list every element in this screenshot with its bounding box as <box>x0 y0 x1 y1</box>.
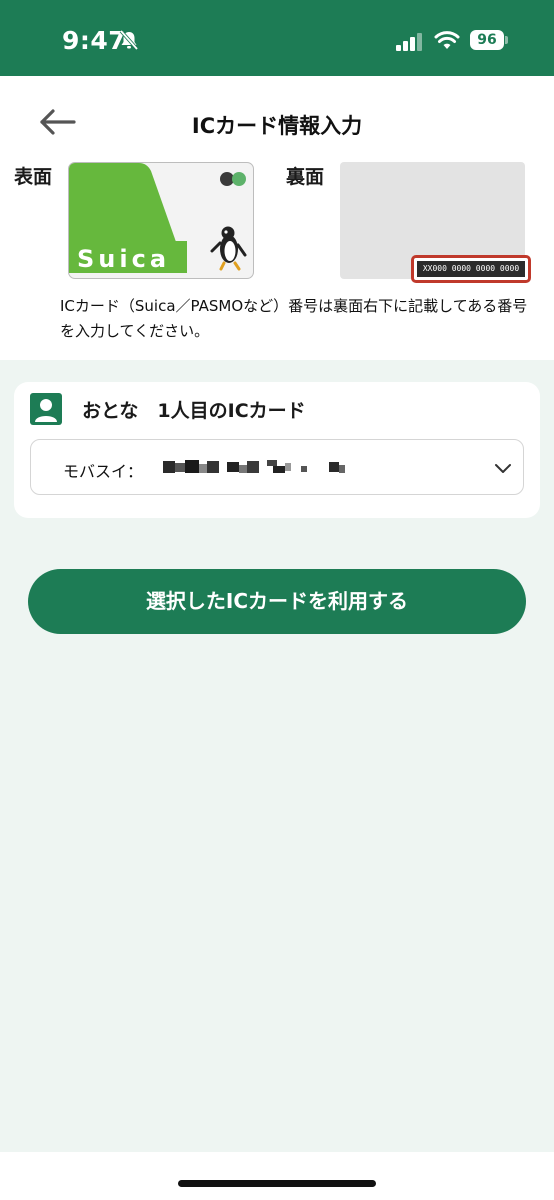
signal-icon <box>396 33 422 51</box>
ic-card-select[interactable]: モバスイ： <box>30 439 524 495</box>
front-label: 表面 <box>14 166 53 188</box>
use-selected-card-button[interactable]: 選択したICカードを利用する <box>28 569 526 634</box>
home-bar-area <box>0 1152 554 1200</box>
status-time: 9:47 <box>62 26 127 55</box>
back-label: 裏面 <box>286 166 325 188</box>
masked-card-name <box>163 460 345 473</box>
card-section-title: おとな 1人目のICカード <box>82 400 306 422</box>
card-number-highlight: XX000 0000 0000 0000 <box>411 255 531 283</box>
user-icon <box>30 393 62 425</box>
select-value-prefix: モバスイ： <box>63 462 144 481</box>
battery-icon <box>505 36 508 44</box>
card-number-hint: ICカード（Suica／PASMOなど）番号は裏面右下に記載してある番号を入力し… <box>60 297 528 340</box>
battery-level: 96 <box>470 30 504 50</box>
bell-off-icon <box>119 29 139 51</box>
status-bar: 9:47 96 <box>0 0 554 76</box>
card-front-image: Suica <box>68 162 254 279</box>
wifi-icon <box>434 31 460 49</box>
suica-card-illustration: Suica <box>69 163 247 273</box>
chevron-down-icon[interactable] <box>493 458 513 478</box>
card-number-sample: XX000 0000 0000 0000 <box>417 261 525 277</box>
page-title: ICカード情報入力 <box>191 114 363 138</box>
home-indicator[interactable] <box>178 1180 376 1187</box>
card-brand-text: Suica <box>77 245 170 273</box>
